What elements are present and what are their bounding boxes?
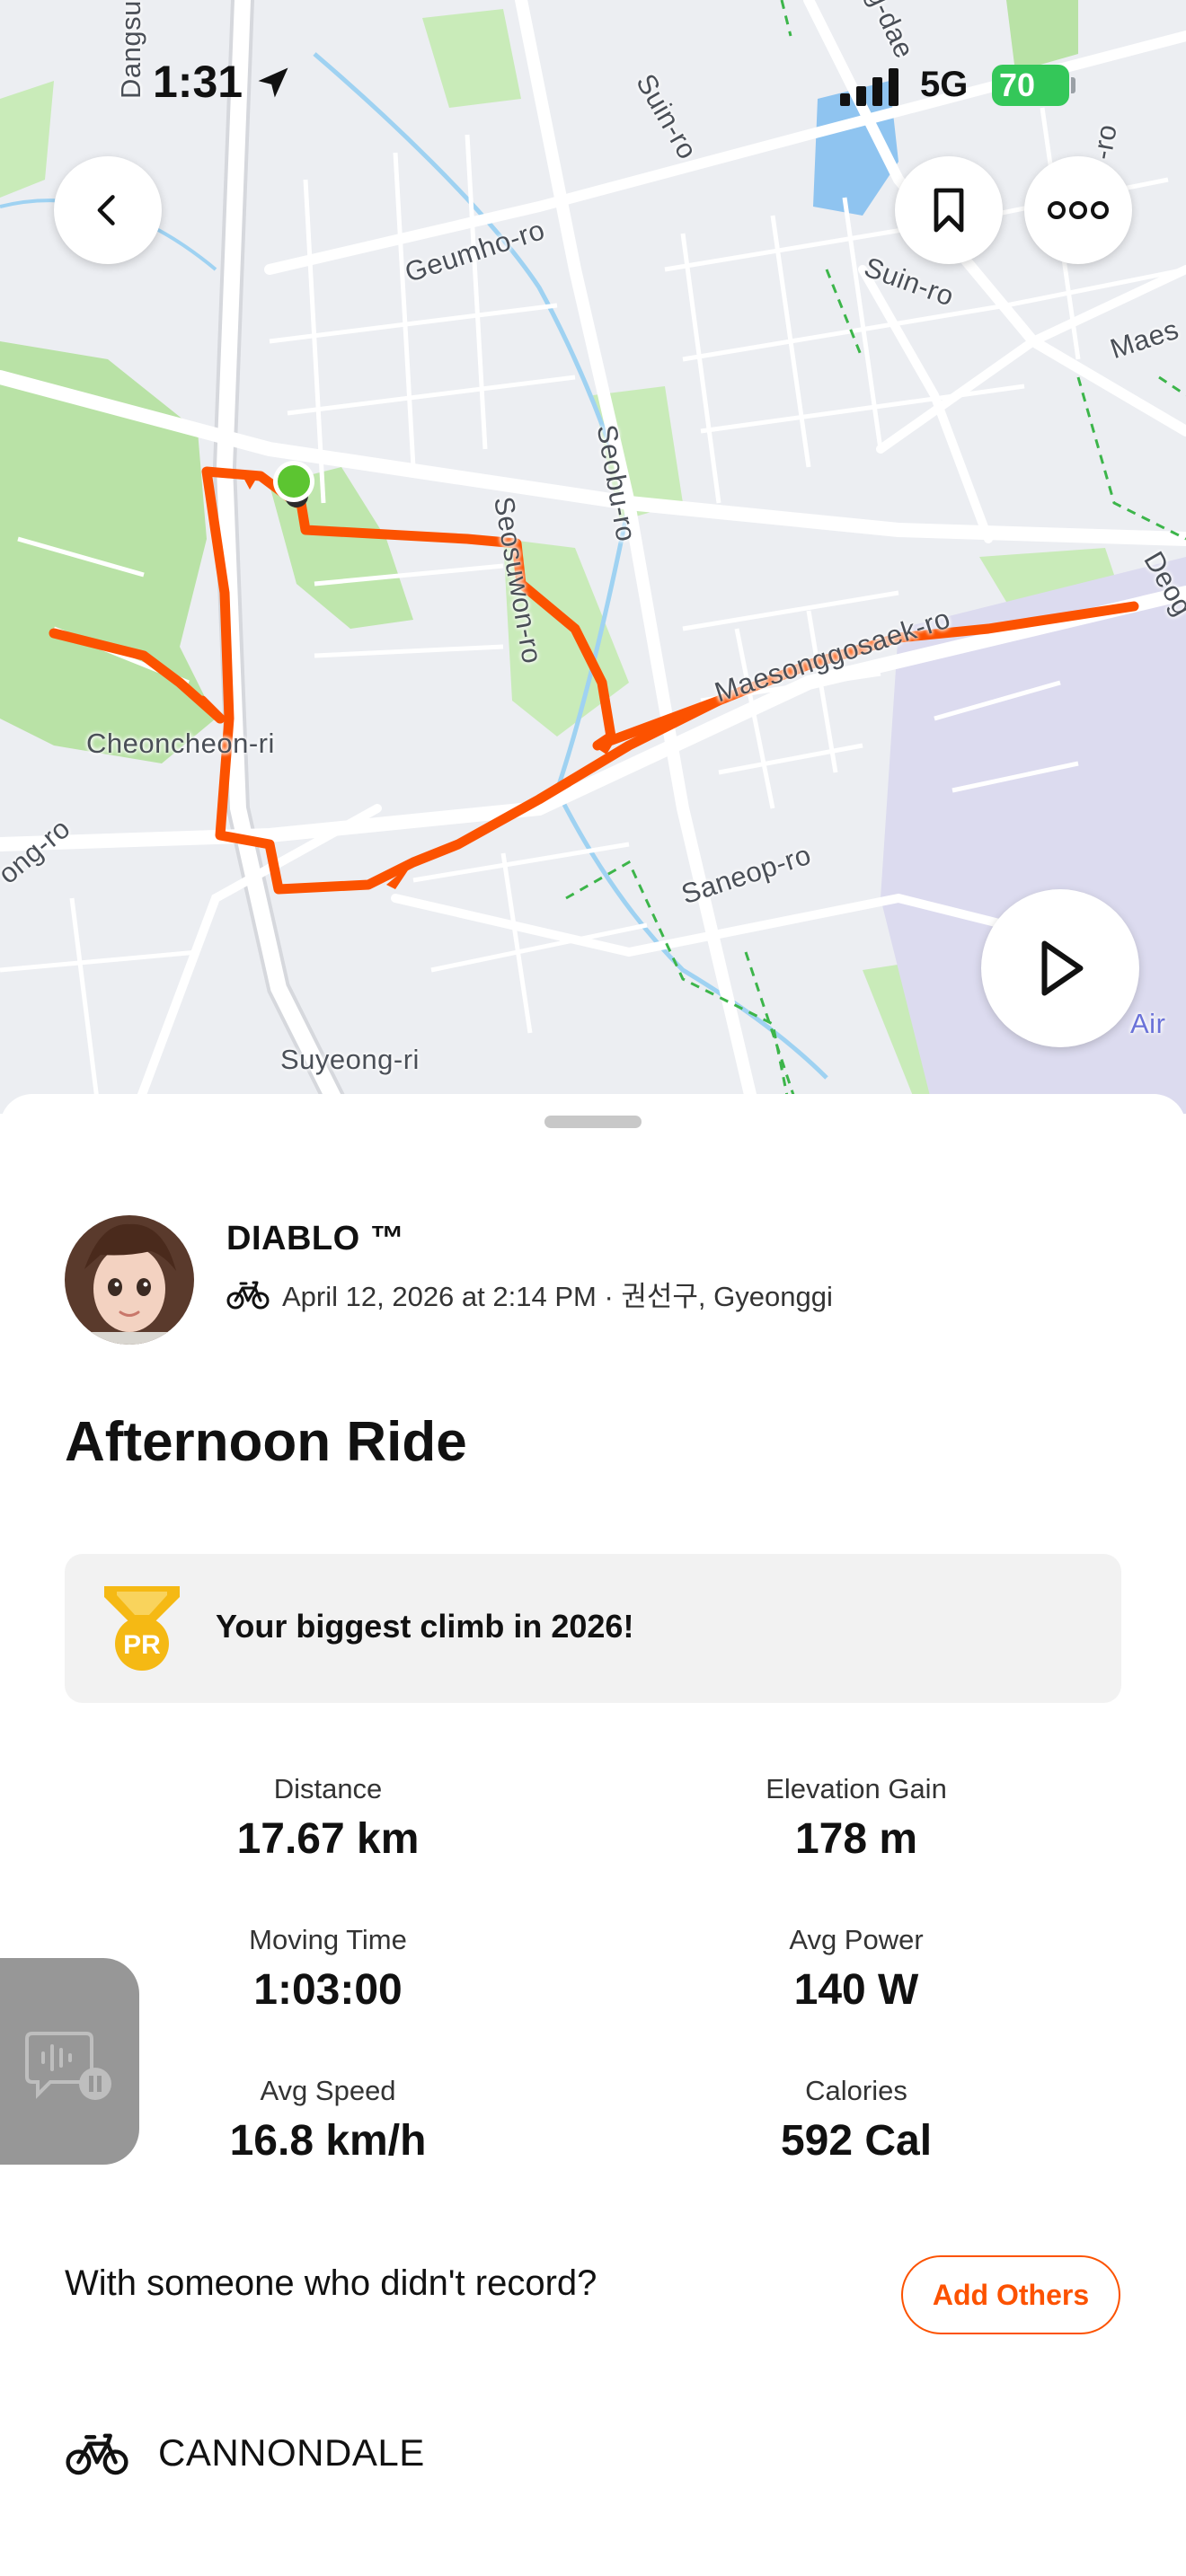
stat-label: Avg Speed bbox=[260, 2075, 396, 2106]
sheet-drag-handle[interactable] bbox=[544, 1116, 642, 1128]
activity-date-location: April 12, 2026 at 2:14 PM · 권선구, Gyeongg… bbox=[282, 1281, 833, 1312]
bike-icon bbox=[226, 1281, 270, 1309]
bike-icon bbox=[66, 2433, 128, 2475]
more-options-button[interactable] bbox=[1024, 156, 1132, 264]
map-label-suyeong: Suyeong-ri bbox=[280, 1044, 420, 1075]
pr-badge-text: PR bbox=[123, 1630, 161, 1660]
stat-avg-speed: Avg Speed 16.8 km/h bbox=[103, 2075, 553, 2166]
voice-recorder-bubble[interactable] bbox=[0, 1958, 139, 2165]
map-label-ro-top-right: -ro bbox=[1085, 121, 1123, 163]
stat-value: 592 Cal bbox=[780, 2117, 933, 2165]
signal-icon bbox=[840, 68, 898, 106]
add-others-button[interactable]: Add Others bbox=[901, 2255, 1120, 2334]
stat-value: 178 m bbox=[794, 1815, 918, 1863]
athlete-name[interactable]: DIABLO ™ bbox=[226, 1220, 404, 1258]
gear-row[interactable]: CANNONDALE bbox=[65, 2430, 425, 2475]
avatar[interactable] bbox=[65, 1215, 194, 1345]
bookmark-icon bbox=[934, 188, 964, 233]
play-flyover-button[interactable] bbox=[981, 889, 1139, 1047]
achievement-banner[interactable]: PR Your biggest climb in 2026! bbox=[65, 1554, 1121, 1703]
stat-label: Elevation Gain bbox=[766, 1773, 947, 1804]
achievement-text: Your biggest climb in 2026! bbox=[216, 1608, 634, 1645]
stat-value: 1:03:00 bbox=[253, 1966, 403, 2014]
stat-label: Avg Power bbox=[789, 1924, 924, 1955]
stat-moving-time: Moving Time 1:03:00 bbox=[103, 1924, 553, 2015]
bookmark-button[interactable] bbox=[895, 156, 1003, 264]
stat-label: Calories bbox=[805, 2075, 907, 2106]
network-type: 5G bbox=[920, 65, 969, 104]
stat-avg-power: Avg Power 140 W bbox=[632, 1924, 1081, 2015]
stat-value: 140 W bbox=[793, 1966, 919, 2014]
avatar-image bbox=[65, 1215, 194, 1345]
status-time: 1:31 bbox=[153, 57, 243, 107]
voice-recorder-icon bbox=[25, 2032, 111, 2100]
more-icon bbox=[1048, 201, 1109, 219]
activity-meta: April 12, 2026 at 2:14 PM · 권선구, Gyeongg… bbox=[226, 1274, 833, 1314]
stat-distance: Distance 17.67 km bbox=[103, 1773, 553, 1864]
stat-label: Moving Time bbox=[249, 1924, 407, 1955]
back-icon bbox=[97, 195, 115, 225]
activity-title: Afternoon Ride bbox=[65, 1411, 467, 1473]
with-others-prompt: With someone who didn't record? bbox=[65, 2263, 597, 2303]
medal-icon: PR bbox=[104, 1586, 180, 1671]
location-arrow-icon bbox=[258, 67, 288, 98]
battery-level: 70 bbox=[999, 66, 1036, 103]
gear-name: CANNONDALE bbox=[158, 2431, 425, 2474]
play-icon bbox=[1041, 940, 1084, 996]
map-label-cheoncheon: Cheoncheon-ri bbox=[86, 728, 275, 759]
back-button[interactable] bbox=[54, 156, 162, 264]
status-bar: 1:31 5G 70 bbox=[0, 0, 1186, 107]
stat-calories: Calories 592 Cal bbox=[632, 2075, 1081, 2166]
map-label-air: Air bbox=[1130, 1008, 1166, 1039]
battery-tip bbox=[1071, 77, 1075, 93]
stat-elevation-gain: Elevation Gain 178 m bbox=[632, 1773, 1081, 1864]
battery-indicator: 70 bbox=[992, 65, 1069, 106]
activity-sheet: DIABLO ™ April 12, 2026 at 2:14 PM · 권선구… bbox=[0, 1094, 1186, 2576]
stat-value: 16.8 km/h bbox=[229, 2117, 427, 2165]
stat-label: Distance bbox=[273, 1773, 383, 1804]
stat-value: 17.67 km bbox=[236, 1815, 420, 1863]
